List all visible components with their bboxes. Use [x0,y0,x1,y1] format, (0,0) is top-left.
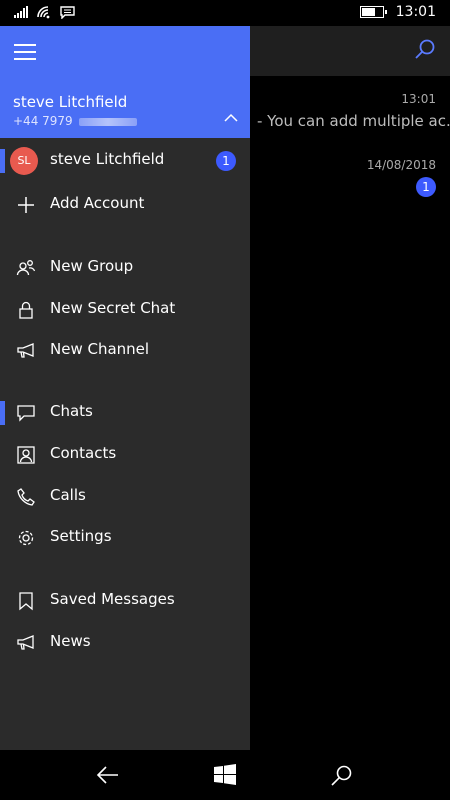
user-phone: +44 7979 [13,114,137,128]
chat-bubble-icon [17,405,35,422]
new-secret-chat-item[interactable]: New Secret Chat [0,290,250,330]
settings-label: Settings [50,527,112,545]
megaphone-icon [17,343,34,358]
news-label: News [50,632,91,650]
bookmark-icon [19,592,33,611]
sidebar-item-saved-messages[interactable]: Saved Messages [0,581,250,621]
signal-icon [14,6,28,18]
chevron-up-icon[interactable] [224,113,238,123]
saved-messages-label: Saved Messages [50,590,175,608]
lock-icon [19,301,33,319]
account-unread-badge: 1 [216,151,236,171]
calls-label: Calls [50,486,86,504]
status-bar: 13:01 [0,0,450,26]
drawer-header: steve Litchfield +44 7979 [0,26,250,138]
gear-icon [18,530,34,546]
group-icon [16,260,36,276]
sidebar-item-chats[interactable]: Chats [0,393,250,433]
new-channel-label: New Channel [50,340,150,358]
phone-icon [17,488,35,506]
sidebar-item-contacts[interactable]: Contacts [0,435,250,475]
add-account-label: Add Account [50,194,145,212]
search-icon[interactable] [414,38,436,60]
new-channel-item[interactable]: New Channel [0,331,250,371]
phone-redaction [78,117,137,126]
chat-row[interactable]: 13:01 - You can add multiple ac... [250,88,450,148]
wifi-icon [37,6,50,19]
chats-label: Chats [50,402,93,420]
hamburger-menu-icon[interactable] [14,44,36,60]
chat-time: 13:01 [401,92,436,106]
phone-prefix: +44 7979 [13,114,73,128]
contact-card-icon [17,446,35,464]
chat-time: 14/08/2018 [366,158,436,172]
avatar: SL [10,147,38,175]
sidebar-item-calls[interactable]: Calls [0,477,250,517]
windows-start-icon[interactable] [213,764,237,786]
battery-icon [359,6,387,18]
add-account-button[interactable]: Add Account [0,185,250,225]
back-arrow-icon[interactable] [96,764,120,786]
new-group-item[interactable]: New Group [0,248,250,288]
system-nav-bar [0,750,450,800]
sidebar-item-settings[interactable]: Settings [0,518,250,558]
plus-icon [18,197,34,213]
chat-row[interactable]: 14/08/2018 1 [250,152,450,212]
chat-preview: - You can add multiple ac... [257,112,450,130]
contacts-label: Contacts [50,444,117,462]
account-item[interactable]: SL steve Litchfield 1 [0,141,250,181]
new-secret-chat-label: New Secret Chat [50,299,176,317]
account-name: steve Litchfield [50,150,165,168]
unread-badge: 1 [416,177,436,197]
sidebar-item-news[interactable]: News [0,623,250,663]
user-name: steve Litchfield [13,93,128,111]
new-group-label: New Group [50,257,134,275]
search-icon[interactable] [330,764,354,786]
message-icon [60,5,75,19]
status-icons [14,5,75,19]
navigation-drawer: steve Litchfield +44 7979 SL steve Litch… [0,26,250,750]
status-time: 13:01 [395,4,436,20]
megaphone-icon [17,635,34,650]
